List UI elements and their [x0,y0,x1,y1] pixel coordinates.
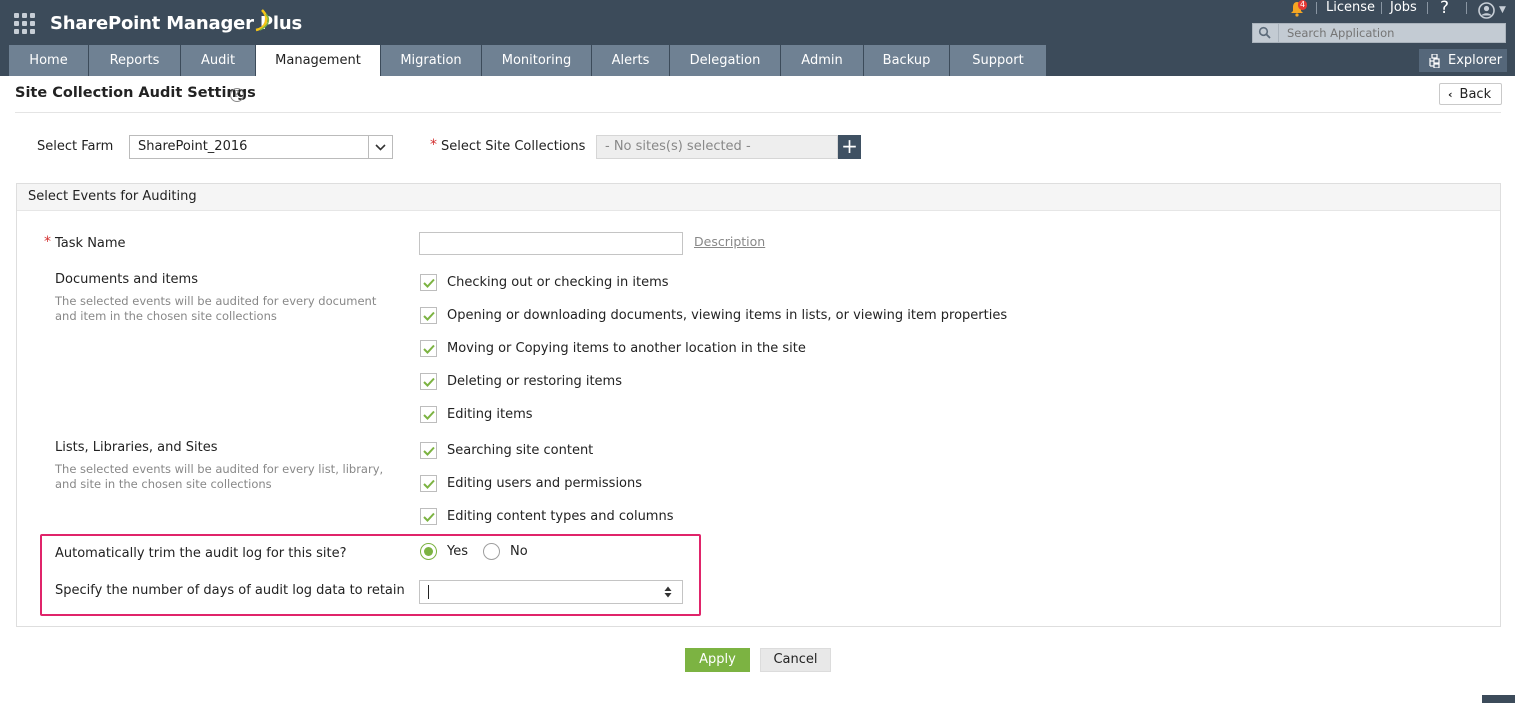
apply-button[interactable]: Apply [685,648,750,672]
radio-yes-label: Yes [447,544,468,559]
event-checkbox-row[interactable]: Checking out or checking in items [420,274,669,291]
text-cursor [428,585,429,599]
divider [1466,2,1467,14]
tab-migration[interactable]: Migration [381,45,482,76]
checkbox[interactable] [420,340,437,357]
search-icon[interactable] [1258,26,1272,40]
sites-required-mark: * [430,137,437,153]
add-sites-button[interactable]: + [838,135,861,159]
radio-yes[interactable]: Yes [420,543,468,560]
event-checkbox-row[interactable]: Opening or downloading documents, viewin… [420,307,1007,324]
tab-monitoring[interactable]: Monitoring [482,45,592,76]
checkbox[interactable] [420,475,437,492]
documents-section-help: The selected events will be audited for … [55,294,377,323]
task-required-mark: * [44,234,51,250]
help-icon[interactable]: ? [1440,0,1449,18]
main-nav-tabs: Home Reports Audit Management Migration … [9,45,1047,76]
task-name-label: Task Name [55,236,126,251]
chevron-left-icon: ‹ [1448,87,1453,101]
explorer-button[interactable]: Explorer [1419,49,1507,72]
tab-delegation[interactable]: Delegation [670,45,781,76]
lists-section-help: The selected events will be audited for … [55,462,384,491]
tree-icon [1429,53,1440,68]
event-checkbox-row[interactable]: Editing items [420,406,533,423]
radio-no-label: No [510,544,528,559]
checkbox[interactable] [420,442,437,459]
page-title: Site Collection Audit Settings [15,85,256,101]
app-launcher-icon[interactable] [14,13,35,34]
event-label: Opening or downloading documents, viewin… [447,308,1008,323]
event-label: Checking out or checking in items [447,275,669,290]
site-collections-field[interactable]: - No sites(s) selected - [596,135,838,159]
user-avatar-icon[interactable] [1478,2,1495,19]
tab-alerts[interactable]: Alerts [592,45,670,76]
event-label: Editing items [447,407,533,422]
user-menu-chevron-down-icon[interactable]: ▼ [1499,5,1506,15]
top-bar: SharePoint Manager Plus 4 License Jobs ?… [0,0,1515,76]
event-checkbox-row[interactable]: Moving or Copying items to another locat… [420,340,806,357]
radio-button-selected[interactable] [420,543,437,560]
event-label: Editing content types and columns [447,509,674,524]
event-checkbox-row[interactable]: Deleting or restoring items [420,373,622,390]
corner-widget[interactable] [1482,695,1515,703]
help-circle-icon[interactable]: ? [230,88,244,102]
divider [1427,2,1428,14]
checkbox[interactable] [420,508,437,525]
divider [15,112,1501,113]
jobs-link[interactable]: Jobs [1390,0,1417,15]
divider [1316,2,1317,14]
license-link[interactable]: License [1326,0,1375,15]
logo-arc-icon [255,9,270,32]
retain-days-label: Specify the number of days of audit log … [55,583,405,598]
documents-section-title: Documents and items [55,272,198,287]
tab-admin[interactable]: Admin [781,45,864,76]
retain-days-stepper[interactable] [419,580,683,604]
search-input[interactable] [1279,24,1504,42]
lists-section-title: Lists, Libraries, and Sites [55,440,218,455]
explorer-label: Explorer [1448,53,1503,68]
event-label: Editing users and permissions [447,476,643,491]
checkbox[interactable] [420,406,437,423]
select-site-collections-label: Select Site Collections [441,139,586,154]
radio-no[interactable]: No [483,543,528,560]
tab-management[interactable]: Management [256,45,381,76]
cancel-button[interactable]: Cancel [760,648,831,672]
trim-log-label: Automatically trim the audit log for thi… [55,546,347,561]
radio-button[interactable] [483,543,500,560]
chevron-down-icon[interactable] [368,136,392,158]
event-label: Searching site content [447,443,594,458]
farm-select[interactable]: SharePoint_2016 [129,135,393,159]
spinner-arrows-icon[interactable] [664,586,672,598]
tab-home[interactable]: Home [9,45,89,76]
task-name-input[interactable] [419,232,683,255]
checkbox[interactable] [420,307,437,324]
event-checkbox-row[interactable]: Editing content types and columns [420,508,673,525]
checkbox[interactable] [420,274,437,291]
tab-audit[interactable]: Audit [181,45,256,76]
back-button[interactable]: ‹ Back [1439,83,1502,105]
event-checkbox-row[interactable]: Editing users and permissions [420,475,642,492]
event-label: Moving or Copying items to another locat… [447,341,806,356]
tab-backup[interactable]: Backup [864,45,950,76]
checkbox[interactable] [420,373,437,390]
event-checkbox-row[interactable]: Searching site content [420,442,593,459]
divider [1381,2,1382,14]
tab-reports[interactable]: Reports [89,45,181,76]
event-label: Deleting or restoring items [447,374,622,389]
notification-count-badge: 4 [1298,0,1308,10]
select-farm-label: Select Farm [37,139,114,154]
farm-select-value: SharePoint_2016 [138,139,248,154]
tab-support[interactable]: Support [950,45,1047,76]
panel-title: Select Events for Auditing [17,184,1500,211]
back-label: Back [1459,86,1492,102]
search-box [1252,23,1506,43]
description-link[interactable]: Description [694,234,765,249]
